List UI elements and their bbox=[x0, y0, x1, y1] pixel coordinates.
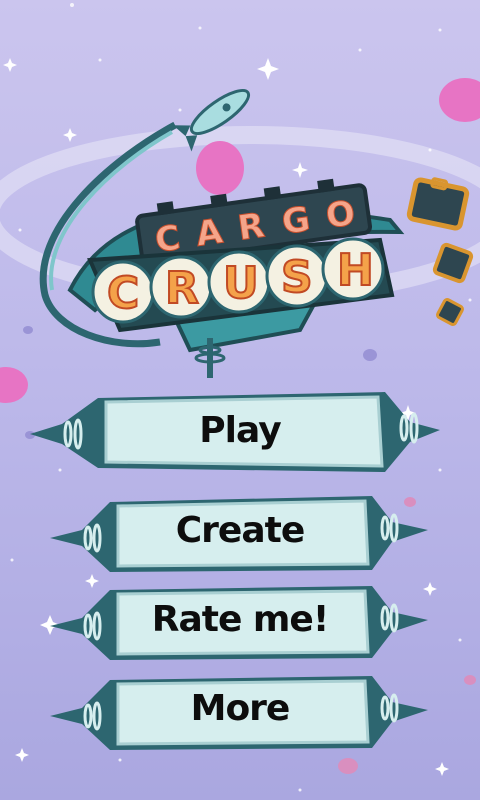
more-button[interactable]: More bbox=[0, 672, 480, 760]
create-button[interactable]: Create bbox=[0, 492, 480, 580]
rate-me-button[interactable]: Rate me! bbox=[0, 582, 480, 670]
title-letter: R bbox=[165, 263, 199, 314]
rate-me-label: Rate me! bbox=[151, 599, 330, 640]
title-letter: R bbox=[235, 205, 266, 248]
game-logo: C A R G O C R U S H bbox=[0, 80, 480, 390]
logo-graphic: C A R G O C R U S H bbox=[39, 89, 405, 378]
play-button[interactable]: Play bbox=[0, 388, 480, 476]
rocket-icon bbox=[173, 89, 251, 152]
title-letter: O bbox=[323, 193, 357, 237]
title-letter: C bbox=[107, 268, 139, 319]
title-letter: H bbox=[337, 245, 374, 296]
title-letter: G bbox=[279, 199, 312, 242]
play-label: Play bbox=[199, 410, 281, 451]
create-label: Create bbox=[175, 510, 306, 551]
more-label: More bbox=[190, 688, 291, 729]
title-letter: U bbox=[223, 258, 259, 309]
pink-planet-icon bbox=[338, 758, 358, 774]
title-letter: S bbox=[281, 252, 313, 303]
